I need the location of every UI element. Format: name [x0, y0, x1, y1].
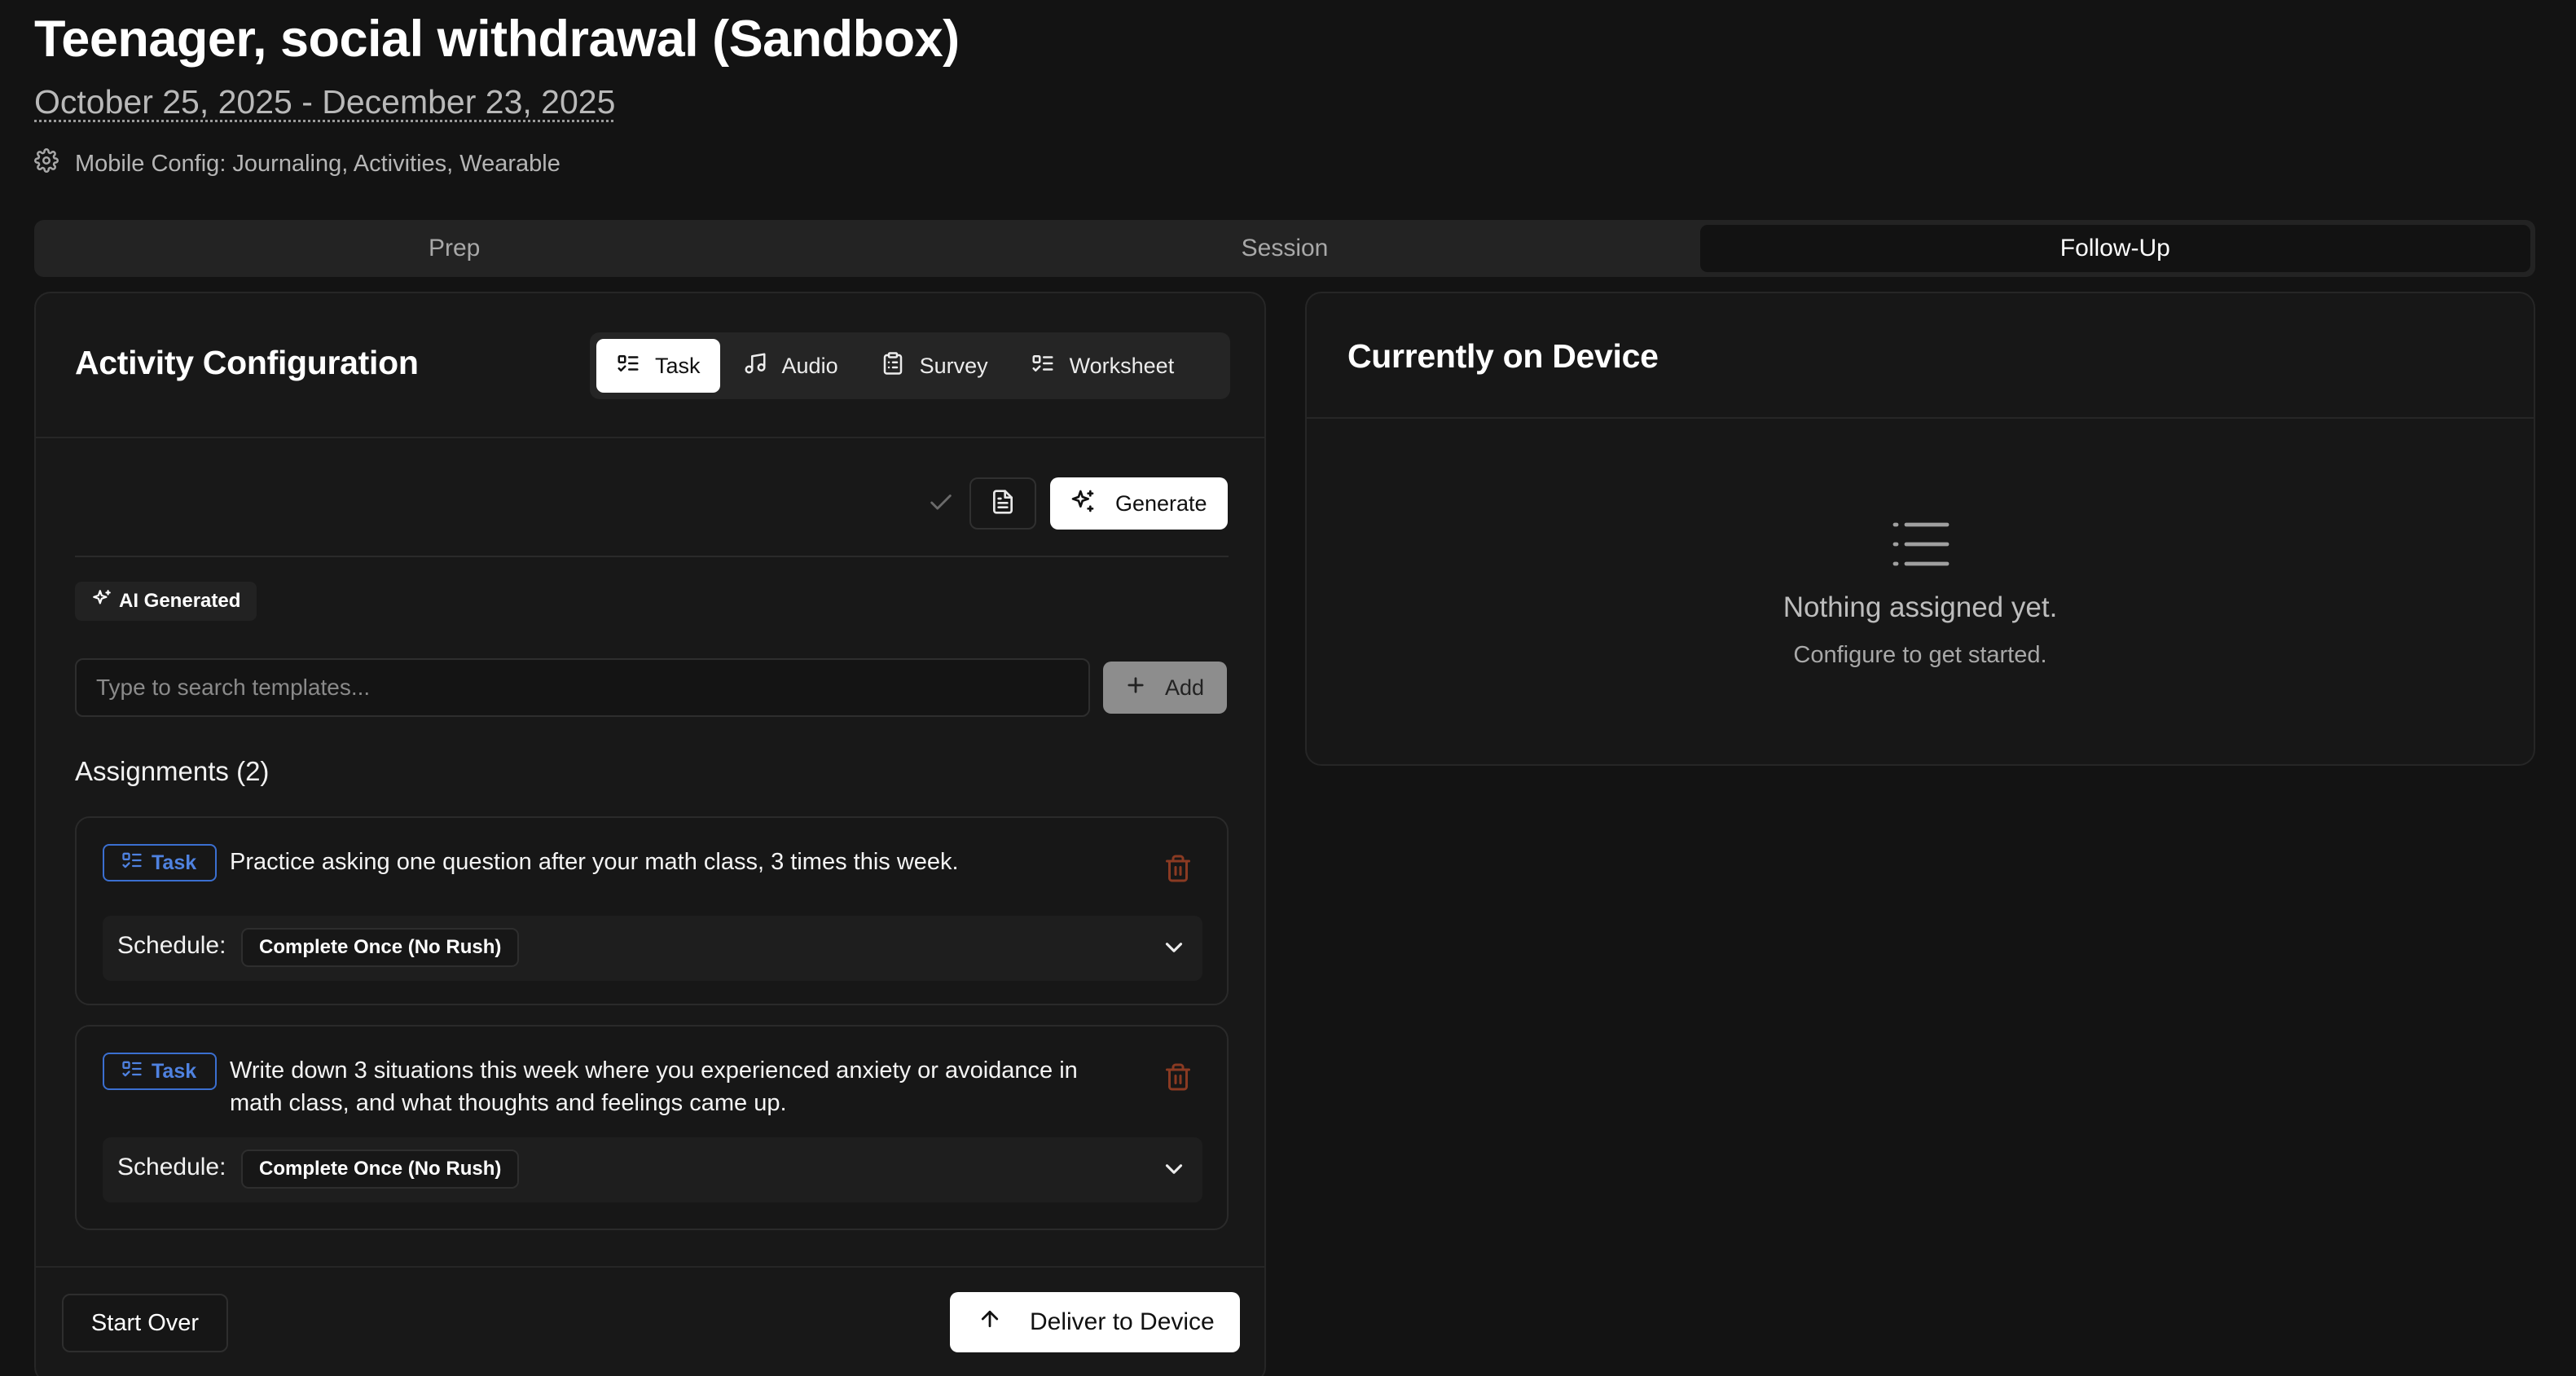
- currently-on-device-card: Currently on Device Nothing assigned yet…: [1305, 292, 2535, 766]
- divider: [1307, 417, 2534, 419]
- gear-icon: [34, 148, 59, 179]
- type-survey-label: Survey: [919, 353, 988, 378]
- file-text-icon: [990, 489, 1016, 519]
- deliver-label: Deliver to Device: [1030, 1308, 1215, 1335]
- date-range[interactable]: October 25, 2025 - December 23, 2025: [34, 83, 615, 121]
- empty-state-title: Nothing assigned yet.: [1783, 591, 2058, 623]
- assignment-text: Write down 3 situations this week where …: [230, 1057, 1078, 1116]
- sparkles-icon: [91, 588, 112, 615]
- type-audio-label: Audio: [781, 353, 838, 378]
- tab-follow-up[interactable]: Follow-Up: [1699, 225, 2530, 272]
- ai-generated-label: AI Generated: [119, 590, 241, 612]
- activity-configuration-card: Activity Configuration Task Audio Survey…: [34, 292, 1266, 1376]
- task-list-icon: [121, 1057, 143, 1086]
- sparkles-icon: [1070, 488, 1096, 520]
- schedule-label: Schedule:: [117, 932, 226, 959]
- clipboard-icon: [881, 351, 905, 381]
- check-icon[interactable]: [927, 489, 955, 517]
- assignments-heading: Assignments (2): [75, 756, 270, 786]
- task-list-icon: [616, 351, 640, 381]
- task-tag-label: Task: [152, 1059, 197, 1083]
- chevron-down-icon[interactable]: [1160, 1155, 1188, 1183]
- plus-icon: [1124, 674, 1147, 702]
- task-tag-label: Task: [152, 851, 197, 874]
- toolbar: Generate: [36, 477, 1264, 530]
- trash-icon[interactable]: [1163, 1062, 1193, 1092]
- card-title: Activity Configuration: [75, 344, 419, 381]
- music-note-icon: [743, 351, 767, 381]
- document-button[interactable]: [969, 477, 1036, 530]
- add-button[interactable]: Add: [1103, 662, 1227, 714]
- assignment-card: Task Write down 3 situations this week w…: [75, 1025, 1229, 1230]
- schedule-value: Complete Once (No Rush): [241, 928, 520, 967]
- schedule-row[interactable]: Schedule: Complete Once (No Rush): [103, 916, 1202, 981]
- type-audio-button[interactable]: Audio: [723, 339, 858, 393]
- tab-bar: Prep Session Follow-Up: [34, 220, 2535, 277]
- type-task-label: Task: [655, 353, 701, 378]
- tab-session[interactable]: Session: [869, 225, 1699, 272]
- generate-label: Generate: [1115, 490, 1207, 516]
- task-tag: Task: [103, 844, 217, 881]
- task-list-icon: [1031, 351, 1055, 381]
- activity-type-selector: Task Audio Survey Worksheet: [590, 332, 1230, 399]
- start-over-button[interactable]: Start Over: [62, 1294, 228, 1352]
- task-list-icon: [121, 849, 143, 877]
- task-tag: Task: [103, 1053, 217, 1090]
- card-header: Activity Configuration Task Audio Survey…: [36, 293, 1264, 438]
- trash-icon[interactable]: [1163, 854, 1193, 883]
- type-task-button[interactable]: Task: [596, 339, 720, 393]
- template-search-input[interactable]: [75, 658, 1090, 717]
- app-root: Teenager, social withdrawal (Sandbox) Oc…: [0, 0, 2576, 1376]
- schedule-row[interactable]: Schedule: Complete Once (No Rush): [103, 1137, 1202, 1202]
- type-survey-button[interactable]: Survey: [861, 339, 1008, 393]
- ai-generated-badge: AI Generated: [75, 582, 257, 621]
- assignment-card: Task Practice asking one question after …: [75, 816, 1229, 1005]
- arrow-up-icon: [978, 1307, 1002, 1338]
- deliver-to-device-button[interactable]: Deliver to Device: [950, 1292, 1240, 1352]
- list-icon: [1892, 520, 1950, 569]
- type-worksheet-button[interactable]: Worksheet: [1011, 339, 1194, 393]
- add-label: Add: [1165, 675, 1205, 700]
- page-title: Teenager, social withdrawal (Sandbox): [34, 11, 960, 68]
- schedule-label: Schedule:: [117, 1154, 226, 1180]
- generate-button[interactable]: Generate: [1050, 477, 1228, 530]
- empty-state-subtitle: Configure to get started.: [1793, 642, 2047, 668]
- type-worksheet-label: Worksheet: [1069, 353, 1175, 378]
- chevron-down-icon[interactable]: [1160, 934, 1188, 961]
- card-title: Currently on Device: [1347, 337, 1659, 375]
- tab-prep[interactable]: Prep: [39, 225, 869, 272]
- divider: [75, 556, 1229, 557]
- card-footer: Start Over Deliver to Device: [36, 1266, 1264, 1376]
- mobile-config: Mobile Config: Journaling, Activities, W…: [34, 148, 560, 179]
- schedule-value: Complete Once (No Rush): [241, 1150, 520, 1189]
- mobile-config-label: Mobile Config: Journaling, Activities, W…: [75, 150, 560, 177]
- assignment-text: Practice asking one question after your …: [230, 849, 959, 875]
